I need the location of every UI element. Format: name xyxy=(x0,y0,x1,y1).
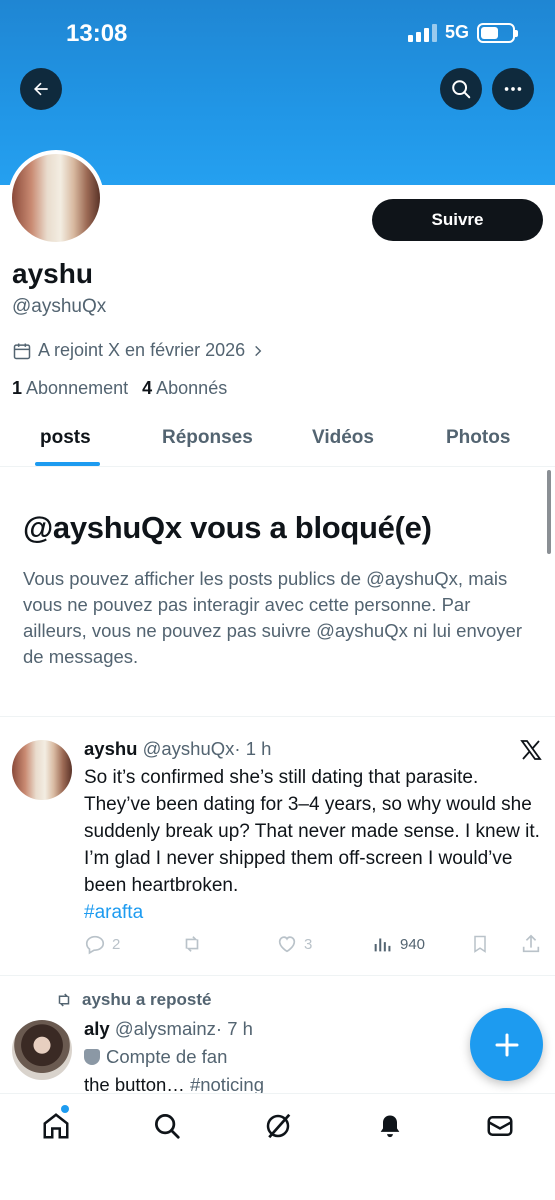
mask-icon xyxy=(84,1049,100,1065)
more-icon xyxy=(504,87,522,91)
tweet-author-handle[interactable]: @ayshuQx xyxy=(143,738,235,759)
x-logo-icon xyxy=(520,740,542,760)
followers-link[interactable]: 4 Abonnés xyxy=(142,378,227,399)
bookmark-button[interactable] xyxy=(470,933,490,955)
tweet-header: ayshu @ayshuQx· 1 h xyxy=(84,738,271,760)
nav-messages[interactable] xyxy=(482,1108,518,1144)
tweet-time: · 1 h xyxy=(234,738,272,759)
bell-icon xyxy=(380,1115,400,1138)
compose-button[interactable] xyxy=(470,1008,543,1081)
follow-stats: 1 Abonnement 4 Abonnés xyxy=(12,378,227,399)
tweet-author-name[interactable]: ayshu xyxy=(84,738,137,759)
grok-icon xyxy=(266,1113,291,1139)
active-tab-indicator xyxy=(35,462,100,466)
tweet-author-name[interactable]: aly xyxy=(84,1018,110,1039)
status-time: 13:08 xyxy=(66,20,128,47)
bottom-navigation xyxy=(0,1093,555,1200)
network-type: 5G xyxy=(444,22,469,42)
tweet-avatar[interactable] xyxy=(12,740,72,800)
scrollbar[interactable] xyxy=(547,470,551,554)
calendar-icon xyxy=(13,343,31,359)
like-button[interactable]: 3 xyxy=(276,933,312,955)
nav-notifications[interactable] xyxy=(372,1108,408,1144)
reply-button[interactable]: 2 xyxy=(84,933,120,955)
notification-dot xyxy=(61,1105,69,1113)
signal-icon xyxy=(407,23,437,42)
share-icon xyxy=(522,934,540,953)
more-options-button[interactable] xyxy=(492,68,534,110)
nav-grok[interactable] xyxy=(260,1108,296,1144)
fan-account-label: Compte de fan xyxy=(84,1046,227,1068)
heart-icon xyxy=(278,936,296,953)
profile-avatar[interactable] xyxy=(8,150,104,246)
nav-home[interactable] xyxy=(38,1108,74,1144)
reply-icon xyxy=(85,935,105,955)
profile-handle: @ayshuQx xyxy=(12,296,107,317)
views-button[interactable]: 940 xyxy=(372,933,425,955)
views-icon xyxy=(374,938,391,952)
tab-videos[interactable]: Vidéos xyxy=(312,427,374,449)
tweet-author-handle[interactable]: @alysmainz xyxy=(115,1018,216,1039)
profile-name: ayshu xyxy=(12,258,93,289)
repost-indicator: ayshu a reposté xyxy=(54,990,211,1010)
back-arrow-icon xyxy=(34,82,48,96)
mail-icon xyxy=(487,1116,513,1136)
blocked-title: @ayshuQx vous a bloqué(e) xyxy=(23,510,432,545)
tweet-header: aly @alysmainz· 7 h xyxy=(84,1018,253,1040)
joined-text: A rejoint X en février 2026 xyxy=(38,340,246,360)
tab-replies[interactable]: Réponses xyxy=(162,427,253,449)
status-indicators: 5G xyxy=(407,22,518,43)
follow-button[interactable]: Suivre xyxy=(372,199,543,241)
search-icon xyxy=(452,80,471,99)
bookmark-icon xyxy=(474,935,486,953)
repost-button[interactable] xyxy=(180,933,204,955)
divider xyxy=(0,975,555,976)
plus-icon xyxy=(495,1033,518,1056)
following-link[interactable]: 1 Abonnement xyxy=(12,378,128,399)
joined-date[interactable]: A rejoint X en février 2026 xyxy=(12,340,265,361)
tab-photos[interactable]: Photos xyxy=(446,427,510,449)
tweet-actions: 2 3 940 xyxy=(84,933,544,959)
hashtag-link[interactable]: #noticing xyxy=(190,1074,264,1095)
tweet-avatar[interactable] xyxy=(12,1020,72,1080)
divider xyxy=(0,716,555,717)
repost-icon xyxy=(185,936,199,952)
nav-search[interactable] xyxy=(149,1108,185,1144)
tweet-time: · 7 h xyxy=(215,1018,253,1039)
search-icon xyxy=(155,1114,180,1139)
home-icon xyxy=(43,1113,69,1139)
search-button[interactable] xyxy=(440,68,482,110)
chevron-right-icon xyxy=(255,345,262,356)
hashtag-link[interactable]: #arafta xyxy=(84,902,143,923)
repost-icon xyxy=(58,993,70,1007)
profile-tabs: posts Réponses Vidéos Photos xyxy=(0,420,555,467)
share-button[interactable] xyxy=(520,933,542,955)
tweet-text[interactable]: So it’s confirmed she’s still dating tha… xyxy=(84,764,544,926)
battery-icon xyxy=(477,22,518,43)
back-button[interactable] xyxy=(20,68,62,110)
tab-posts[interactable]: posts xyxy=(40,427,91,449)
blocked-description: Vous pouvez afficher les posts publics d… xyxy=(23,568,523,667)
